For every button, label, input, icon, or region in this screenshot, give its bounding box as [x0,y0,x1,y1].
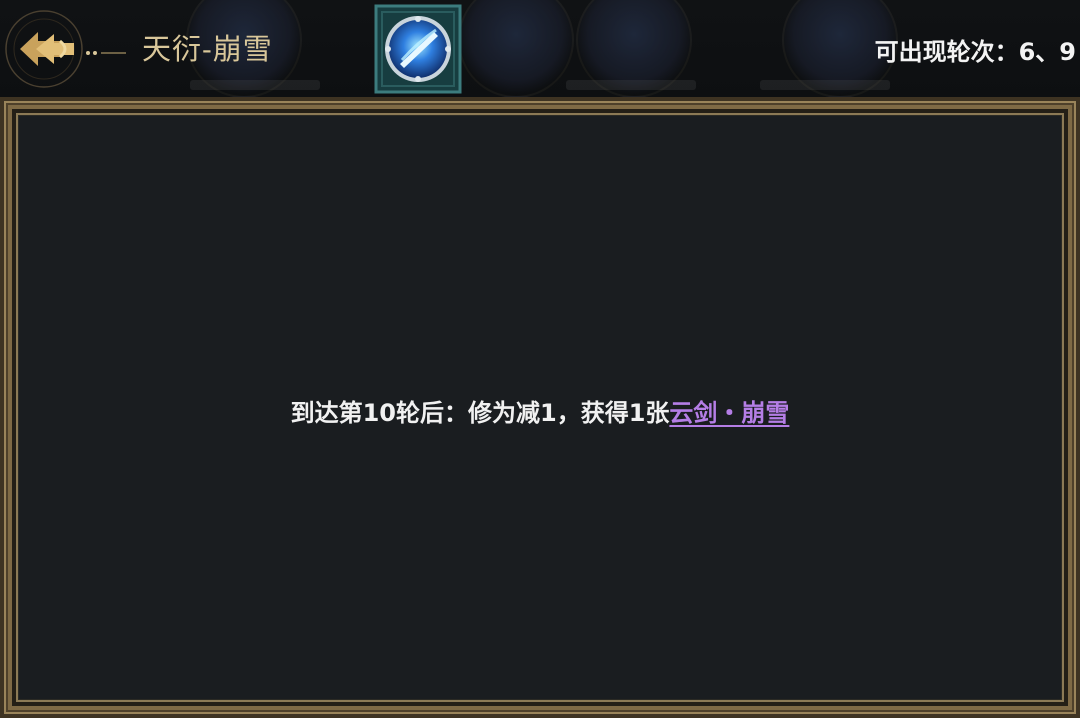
effect-description: 到达第10轮后：修为减1，获得1张云剑・崩雪 [0,393,1080,428]
background-caption [190,80,320,90]
back-arrow-icon [5,10,126,88]
page-title: 天衍-崩雪 [142,32,273,66]
top-bar: 天衍-崩雪 可出现轮次：6、9 [0,0,1080,98]
background-caption [760,80,890,90]
appearance-rounds-values: 6、9 [1018,38,1076,66]
appearance-rounds-label: 可出现轮次： [874,38,1019,66]
skill-icon-button[interactable] [372,2,464,96]
background-emblem [458,0,574,98]
card-link[interactable]: 云剑・崩雪 [669,399,789,427]
back-button[interactable] [2,6,130,92]
background-caption [566,80,696,90]
ice-sword-skill-icon [374,4,462,94]
effect-description-text: 到达第10轮后：修为减1，获得1张 [290,399,670,427]
appearance-rounds: 可出现轮次：6、9 [875,32,1076,67]
